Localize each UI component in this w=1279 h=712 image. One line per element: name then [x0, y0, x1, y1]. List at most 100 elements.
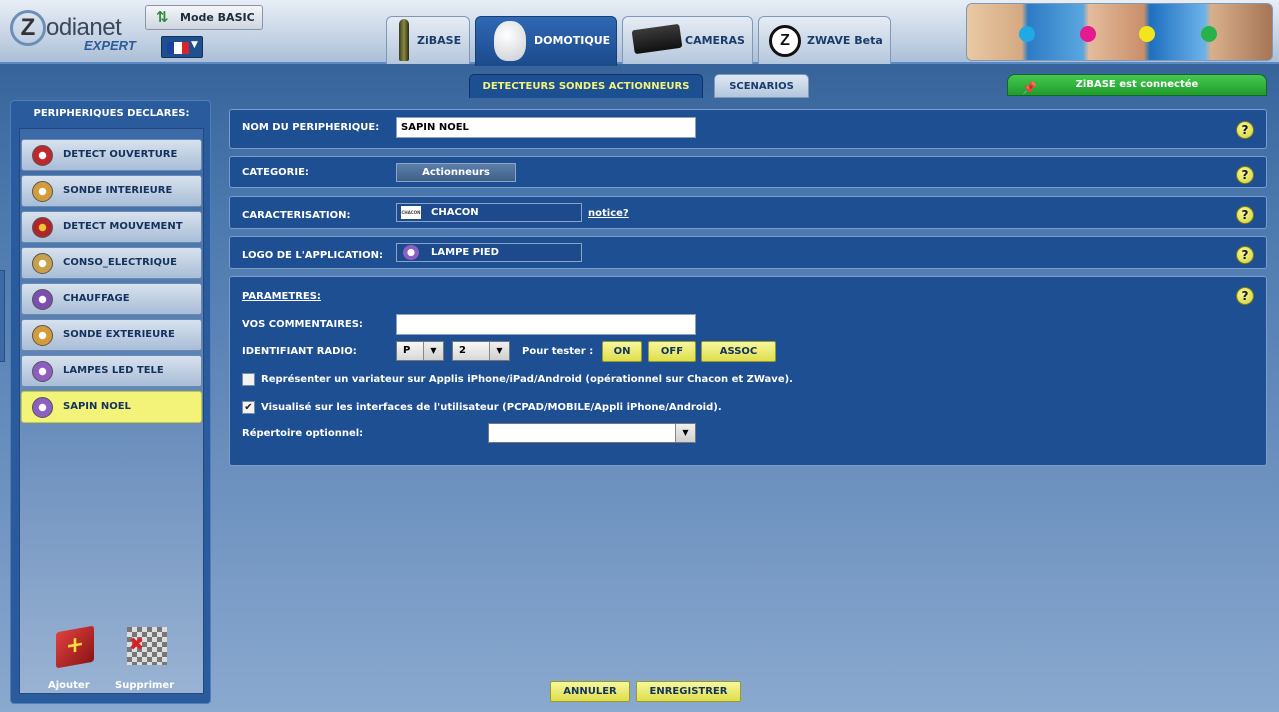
tab-zwave[interactable]: Z ZWAVE Beta: [758, 16, 891, 64]
logo-expert-text: EXPERT: [84, 38, 136, 53]
sidebar-item-detect-mouvement[interactable]: DETECT MOUVEMENT: [21, 211, 202, 243]
sidebar-item-sonde-exterieure[interactable]: SONDE EXTERIEURE: [21, 319, 202, 351]
language-selector[interactable]: ▼: [161, 36, 203, 58]
radio-house-code-value: P: [403, 345, 411, 356]
parameters-title: PARAMETRES:: [242, 291, 321, 302]
assoc-button[interactable]: ASSOC: [701, 341, 776, 362]
tab-zibase-label: ZiBASE: [417, 34, 462, 47]
help-icon[interactable]: ?: [1236, 166, 1254, 184]
camera-icon: [631, 23, 683, 55]
chevron-down-icon: ▼: [191, 40, 198, 50]
tab-domotique[interactable]: DOMOTIQUE: [475, 16, 617, 66]
tab-domotique-label: DOMOTIQUE: [534, 34, 611, 47]
zodianet-logo: Z odianet EXPERT: [10, 8, 145, 53]
comments-label: VOS COMMENTAIRES:: [242, 319, 363, 330]
sidebar-item-label: DETECT MOUVEMENT: [63, 221, 183, 232]
help-icon[interactable]: ?: [1236, 206, 1254, 224]
help-icon[interactable]: ?: [1236, 287, 1254, 305]
tab-cameras[interactable]: CAMERAS: [622, 16, 753, 64]
sidebar-item-detect-ouverture[interactable]: DETECT OUVERTURE: [21, 139, 202, 171]
test-on-button[interactable]: ON: [602, 341, 642, 362]
french-flag-icon: [167, 42, 189, 54]
category-select[interactable]: Actionneurs: [396, 163, 516, 182]
panel-parameters: PARAMETRES: ? VOS COMMENTAIRES: IDENTIFI…: [229, 276, 1267, 466]
sidebar-item-sonde-interieure[interactable]: SONDE INTERIEURE: [21, 175, 202, 207]
radio-id-label: IDENTIFIANT RADIO:: [242, 346, 357, 357]
directory-select[interactable]: ▼: [488, 423, 696, 443]
tab-zibase[interactable]: ZiBASE: [386, 16, 470, 64]
add-device-button[interactable]: Ajouter: [48, 680, 90, 691]
sidebar-item-lampes-led-tele[interactable]: LAMPES LED TELE: [21, 355, 202, 387]
chevron-down-icon: ▼: [489, 342, 509, 360]
banner-dot-green: [1201, 26, 1217, 42]
door-sensor-icon: [32, 145, 53, 166]
sidebar-item-label: SONDE EXTERIEURE: [63, 329, 175, 340]
sidebar-item-sapin-noel[interactable]: SAPIN NOEL: [21, 391, 202, 423]
cancel-button[interactable]: ANNULER: [550, 681, 630, 702]
banner-dot-magenta: [1080, 26, 1096, 42]
visible-label: Visualisé sur les interfaces de l'utilis…: [261, 402, 722, 413]
delete-device-button[interactable]: Supprimer: [115, 680, 174, 691]
save-button[interactable]: ENREGISTRER: [636, 681, 741, 702]
panel-characterisation: CARACTERISATION: CHACON CHACON notice? ?: [229, 196, 1267, 229]
sync-arrows-icon: ⇅: [156, 8, 169, 26]
lamp-icon: [403, 245, 419, 260]
chevron-down-icon: ▼: [423, 342, 443, 360]
banner-dot-yellow: [1139, 26, 1155, 42]
app-logo-label: LOGO DE L'APPLICATION:: [242, 250, 383, 261]
add-device-icon[interactable]: +: [56, 625, 94, 669]
pushpin-icon: 📌: [1022, 81, 1037, 95]
device-name-input[interactable]: SAPIN NOEL: [396, 117, 696, 138]
help-icon[interactable]: ?: [1236, 121, 1254, 139]
power-plug-icon: [32, 253, 53, 274]
test-label: Pour tester :: [522, 346, 594, 357]
sidebar-item-chauffage[interactable]: CHAUFFAGE: [21, 283, 202, 315]
logo-z-ring: Z: [10, 10, 46, 46]
chacon-logo-icon: CHACON: [401, 206, 421, 219]
delete-device-icon[interactable]: ✖: [127, 627, 167, 665]
tab-zwave-label: ZWAVE Beta: [807, 34, 883, 47]
connection-status-badge: 📌 ZiBASE est connectée: [1007, 74, 1267, 96]
lamp-icon: [32, 361, 53, 382]
subtab-scenarios[interactable]: SCENARIOS: [714, 74, 809, 98]
zwave-logo-icon: Z: [769, 25, 801, 57]
zibase-antenna-icon: [399, 19, 409, 61]
sensor-device-icon: [494, 21, 526, 61]
category-label: CATEGORIE:: [242, 167, 309, 178]
header-photo-banner: [966, 3, 1273, 61]
banner-dot-cyan: [1019, 26, 1035, 42]
panel-app-logo: LOGO DE L'APPLICATION: LAMPE PIED ?: [229, 236, 1267, 269]
sidebar-item-label: CHAUFFAGE: [63, 293, 130, 304]
characterisation-select[interactable]: CHACON CHACON: [396, 203, 582, 222]
sidebar-item-label: SONDE INTERIEURE: [63, 185, 173, 196]
subtab-detecteurs[interactable]: DETECTEURS SONDES ACTIONNEURS: [469, 74, 703, 98]
sidebar-item-conso-electrique[interactable]: CONSO_ELECTRIQUE: [21, 247, 202, 279]
radio-unit-code-select[interactable]: 2 ▼: [452, 341, 510, 361]
panel-device-name: NOM DU PERIPHERIQUE: SAPIN NOEL ?: [229, 109, 1267, 149]
notice-link[interactable]: notice?: [588, 208, 629, 219]
dimmer-checkbox[interactable]: [242, 373, 255, 386]
test-off-button[interactable]: OFF: [648, 341, 696, 362]
mode-basic-label: Mode BASIC: [180, 11, 255, 24]
sidebar-item-label: LAMPES LED TELE: [63, 365, 164, 376]
radio-house-code-select[interactable]: P ▼: [396, 341, 444, 361]
chevron-down-icon: ▼: [675, 424, 695, 442]
device-sidebar: PERIPHERIQUES DECLARES: DETECT OUVERTURE…: [10, 100, 211, 704]
characterisation-value: CHACON: [431, 207, 479, 218]
mode-basic-button[interactable]: ⇅ Mode BASIC: [145, 5, 263, 30]
sidebar-item-label: SAPIN NOEL: [63, 401, 131, 412]
comments-input[interactable]: [396, 314, 696, 335]
radio-unit-code-value: 2: [459, 345, 466, 356]
visible-checkbox[interactable]: ✔: [242, 401, 255, 414]
connection-status-text: ZiBASE est connectée: [1075, 79, 1199, 90]
lamp-icon: [32, 397, 53, 418]
app-logo-select[interactable]: LAMPE PIED: [396, 243, 582, 262]
panel-category: CATEGORIE: Actionneurs ?: [229, 156, 1267, 188]
side-panel-handle[interactable]: [0, 270, 5, 362]
app-header: Z odianet EXPERT ⇅ Mode BASIC ▼ ZiBASE D…: [0, 0, 1279, 66]
characterisation-label: CARACTERISATION:: [242, 210, 351, 221]
help-icon[interactable]: ?: [1236, 246, 1254, 264]
app-logo-value: LAMPE PIED: [431, 247, 499, 258]
device-name-label: NOM DU PERIPHERIQUE:: [242, 122, 380, 133]
sidebar-title: PERIPHERIQUES DECLARES:: [33, 108, 190, 119]
